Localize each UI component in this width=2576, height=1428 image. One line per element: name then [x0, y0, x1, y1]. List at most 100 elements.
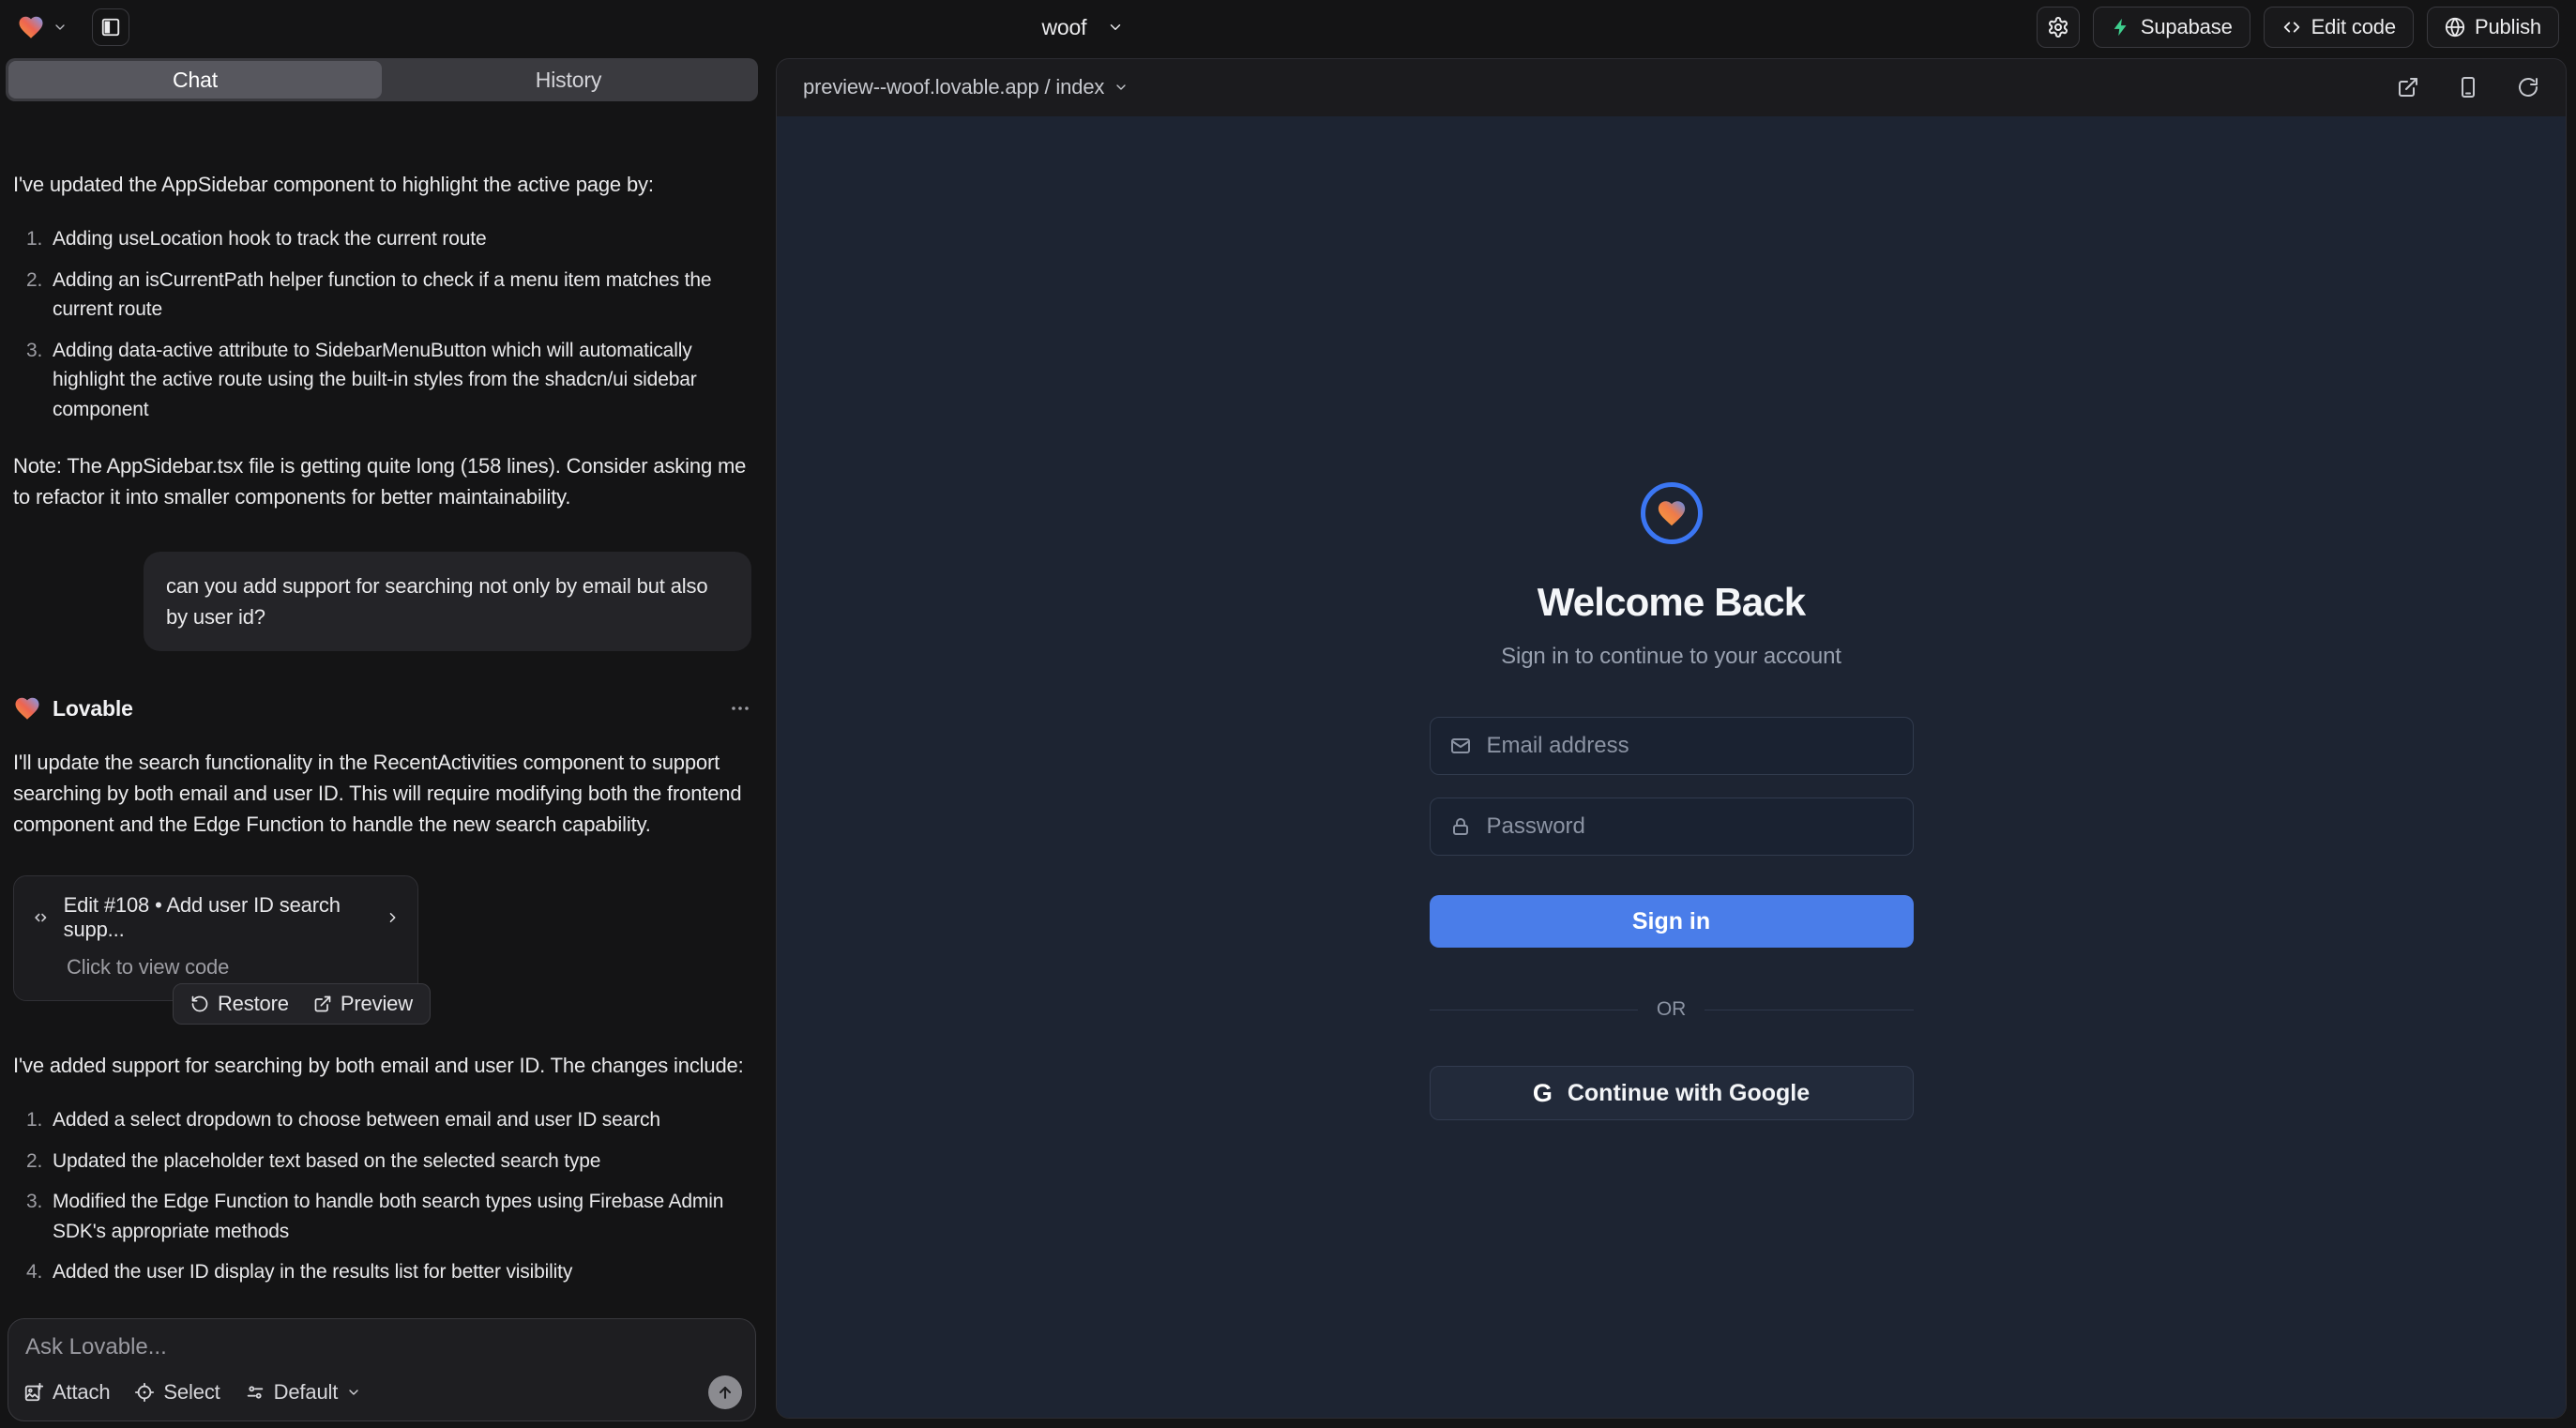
- arrow-up-icon: [716, 1383, 735, 1402]
- edit-code-button[interactable]: Edit code: [2264, 7, 2414, 48]
- top-bar: woof Supabase Edit code Publish: [0, 0, 2576, 54]
- welcome-title: Welcome Back: [1538, 580, 1806, 625]
- panel-left-icon: [100, 17, 121, 38]
- assistant-paragraph: I've added support for searching by both…: [13, 1050, 751, 1081]
- mobile-view-button[interactable]: [2457, 76, 2479, 99]
- numbered-list: Adding useLocation hook to track the cur…: [13, 224, 751, 424]
- edit-code-label: Edit code: [2311, 15, 2396, 39]
- crosshair-icon: [134, 1382, 155, 1403]
- email-field[interactable]: [1430, 717, 1914, 775]
- chat-history-tabs: Chat History: [6, 58, 758, 101]
- send-button[interactable]: [708, 1375, 742, 1409]
- numbered-list: Added a select dropdown to choose betwee…: [13, 1105, 751, 1287]
- mail-icon: [1449, 735, 1472, 757]
- chevron-down-icon: [53, 20, 68, 35]
- chevron-down-icon: [1107, 19, 1124, 36]
- publish-button[interactable]: Publish: [2427, 7, 2559, 48]
- smartphone-icon: [2457, 76, 2479, 99]
- assistant-note: Note: The AppSidebar.tsx file is getting…: [13, 450, 751, 512]
- assistant-name: Lovable: [53, 696, 133, 722]
- supabase-bolt-icon: [2111, 17, 2131, 38]
- password-field[interactable]: [1430, 798, 1914, 856]
- edit-card-actions: Restore Preview: [173, 983, 431, 1025]
- restore-label: Restore: [218, 992, 289, 1016]
- code-icon: [2281, 17, 2302, 38]
- globe-icon: [2445, 17, 2465, 38]
- assistant-paragraph: I've updated the AppSidebar component to…: [13, 169, 751, 200]
- open-in-new-tab-button[interactable]: [2397, 76, 2419, 99]
- chevron-right-icon: [385, 908, 401, 927]
- lock-icon: [1449, 815, 1472, 838]
- lovable-logo-menu[interactable]: [17, 13, 68, 41]
- edit-card-title: Edit #108 • Add user ID search supp...: [64, 893, 358, 942]
- external-link-icon: [2397, 76, 2419, 99]
- google-g-icon: G: [1533, 1079, 1553, 1108]
- preview-header: preview--woof.lovable.app / index: [777, 59, 2566, 115]
- welcome-subtitle: Sign in to continue to your account: [1501, 644, 1841, 670]
- assistant-paragraph: I'll update the search functionality in …: [13, 747, 751, 840]
- sidebar-toggle-button[interactable]: [92, 8, 129, 46]
- supabase-label: Supabase: [2141, 15, 2233, 39]
- refresh-icon: [2517, 76, 2539, 99]
- lovable-heart-icon: [17, 13, 45, 41]
- supabase-button[interactable]: Supabase: [2093, 7, 2250, 48]
- list-item: Updated the placeholder text based on th…: [13, 1147, 751, 1177]
- publish-label: Publish: [2475, 15, 2541, 39]
- tab-history[interactable]: History: [382, 61, 755, 99]
- email-input[interactable]: [1487, 733, 1894, 759]
- preview-panel: preview--woof.lovable.app / index: [776, 58, 2567, 1419]
- sign-in-button[interactable]: Sign in: [1430, 895, 1914, 948]
- refresh-button[interactable]: [2517, 76, 2539, 99]
- app-logo: [1641, 482, 1703, 544]
- preview-url: preview--woof.lovable.app / index: [803, 75, 1104, 99]
- settings-button[interactable]: [2037, 7, 2080, 48]
- chevron-down-icon: [1114, 80, 1129, 95]
- project-name: woof: [1041, 15, 1086, 40]
- preview-button[interactable]: Preview: [313, 992, 413, 1016]
- or-divider: OR: [1430, 998, 1914, 1021]
- sign-in-label: Sign in: [1632, 908, 1710, 934]
- google-sign-in-button[interactable]: G Continue with Google: [1430, 1066, 1914, 1120]
- attach-label: Attach: [53, 1380, 110, 1405]
- list-item: Added the user ID display in the results…: [13, 1257, 751, 1287]
- select-label: Select: [163, 1380, 220, 1405]
- app-preview: Welcome Back Sign in to continue to your…: [777, 116, 2566, 1418]
- list-item: Adding useLocation hook to track the cur…: [13, 224, 751, 254]
- composer: Attach Select Default: [8, 1318, 756, 1421]
- or-label: OR: [1638, 998, 1705, 1021]
- password-input[interactable]: [1487, 813, 1894, 840]
- sliders-icon: [245, 1382, 265, 1403]
- code-xml-icon: [31, 906, 51, 929]
- attach-button[interactable]: Attach: [23, 1380, 110, 1405]
- list-item: Adding an isCurrentPath helper function …: [13, 266, 751, 325]
- select-button[interactable]: Select: [134, 1380, 220, 1405]
- assistant-header: Lovable: [13, 694, 751, 722]
- chat-input[interactable]: [25, 1334, 738, 1360]
- message-menu-button[interactable]: [729, 697, 751, 720]
- lovable-heart-icon: [13, 694, 41, 722]
- list-item: Added a select dropdown to choose betwee…: [13, 1105, 751, 1135]
- model-label: Default: [274, 1380, 339, 1405]
- chevron-down-icon: [346, 1385, 361, 1400]
- preview-label: Preview: [341, 992, 413, 1016]
- image-plus-icon: [23, 1382, 44, 1403]
- google-label: Continue with Google: [1568, 1080, 1810, 1107]
- external-link-icon: [313, 995, 332, 1013]
- list-item: Adding data-active attribute to SidebarM…: [13, 336, 751, 425]
- heart-logo-icon: [1656, 497, 1688, 529]
- edit-card[interactable]: Edit #108 • Add user ID search supp... C…: [13, 875, 418, 1001]
- login-card: Welcome Back Sign in to continue to your…: [1430, 482, 1914, 1418]
- user-message-bubble: can you add support for searching not on…: [144, 552, 751, 651]
- chat-message-list: I've updated the AppSidebar component to…: [0, 154, 765, 1310]
- edit-card-subtitle: Click to view code: [67, 955, 401, 980]
- restore-button[interactable]: Restore: [190, 992, 289, 1016]
- project-selector[interactable]: woof: [1041, 15, 1124, 40]
- chat-panel: Chat History I've updated the AppSidebar…: [0, 54, 765, 1428]
- ellipsis-icon: [729, 697, 751, 720]
- tab-chat[interactable]: Chat: [8, 61, 382, 99]
- preview-url-selector[interactable]: preview--woof.lovable.app / index: [803, 75, 1129, 99]
- gear-icon: [2047, 16, 2069, 38]
- restore-icon: [190, 995, 209, 1013]
- list-item: Modified the Edge Function to handle bot…: [13, 1187, 751, 1246]
- model-selector[interactable]: Default: [245, 1380, 362, 1405]
